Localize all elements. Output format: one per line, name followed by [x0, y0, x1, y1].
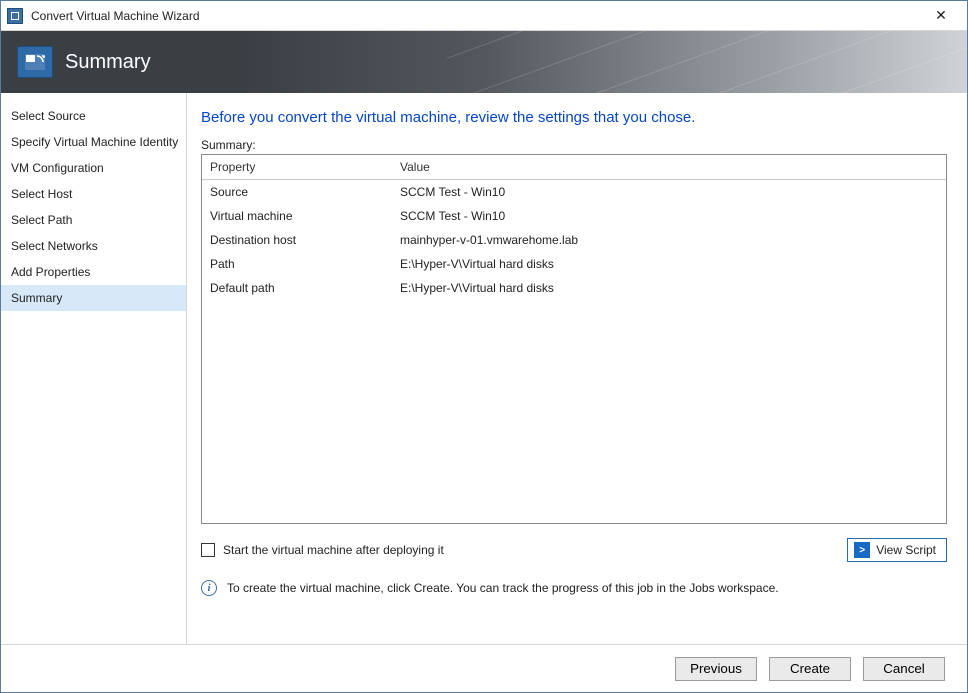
cell-property: Source — [202, 180, 392, 204]
window-title: Convert Virtual Machine Wizard — [31, 9, 921, 23]
sidebar-item-select-source[interactable]: Select Source — [1, 103, 186, 129]
summary-grid: Property Value SourceSCCM Test - Win10Vi… — [201, 154, 947, 524]
cell-value: SCCM Test - Win10 — [392, 180, 946, 204]
previous-button[interactable]: Previous — [675, 657, 757, 681]
cell-value: E:\Hyper-V\Virtual hard disks — [392, 252, 946, 276]
sidebar-item-summary[interactable]: Summary — [1, 285, 186, 311]
table-row[interactable]: Destination hostmainhyper-v-01.vmwarehom… — [202, 228, 946, 252]
banner: Summary — [1, 31, 967, 93]
view-script-button[interactable]: > View Script — [847, 538, 947, 562]
info-text: To create the virtual machine, click Cre… — [227, 581, 779, 595]
table-row[interactable]: PathE:\Hyper-V\Virtual hard disks — [202, 252, 946, 276]
start-vm-checkbox[interactable] — [201, 543, 215, 557]
cancel-button[interactable]: Cancel — [863, 657, 945, 681]
app-icon — [7, 8, 23, 24]
sidebar-item-add-properties[interactable]: Add Properties — [1, 259, 186, 285]
view-script-label: View Script — [876, 543, 936, 557]
sidebar-item-specify-virtual-machine-identity[interactable]: Specify Virtual Machine Identity — [1, 129, 186, 155]
start-vm-label: Start the virtual machine after deployin… — [223, 543, 444, 557]
page-heading: Before you convert the virtual machine, … — [201, 109, 947, 126]
cell-property: Default path — [202, 276, 392, 300]
sidebar-item-vm-configuration[interactable]: VM Configuration — [1, 155, 186, 181]
close-button[interactable]: ✕ — [921, 7, 961, 24]
summary-label: Summary: — [201, 138, 947, 152]
sidebar-item-select-path[interactable]: Select Path — [1, 207, 186, 233]
table-row[interactable]: Default pathE:\Hyper-V\Virtual hard disk… — [202, 276, 946, 300]
cell-value: SCCM Test - Win10 — [392, 204, 946, 228]
info-icon: i — [201, 580, 217, 596]
powershell-icon: > — [854, 542, 870, 558]
title-bar: Convert Virtual Machine Wizard ✕ — [1, 1, 967, 31]
wizard-footer: Previous Create Cancel — [1, 644, 967, 692]
page-title: Summary — [65, 51, 151, 74]
table-row[interactable]: Virtual machineSCCM Test - Win10 — [202, 204, 946, 228]
main-content: Before you convert the virtual machine, … — [187, 93, 967, 644]
grid-header-row: Property Value — [202, 155, 946, 180]
table-row[interactable]: SourceSCCM Test - Win10 — [202, 180, 946, 204]
cell-property: Destination host — [202, 228, 392, 252]
column-header-property[interactable]: Property — [202, 155, 392, 180]
cell-value: mainhyper-v-01.vmwarehome.lab — [392, 228, 946, 252]
wizard-page-icon — [17, 46, 53, 78]
sidebar-item-select-host[interactable]: Select Host — [1, 181, 186, 207]
cell-value: E:\Hyper-V\Virtual hard disks — [392, 276, 946, 300]
wizard-steps-sidebar: Select SourceSpecify Virtual Machine Ide… — [1, 93, 187, 644]
column-header-value[interactable]: Value — [392, 155, 946, 180]
cell-property: Path — [202, 252, 392, 276]
sidebar-item-select-networks[interactable]: Select Networks — [1, 233, 186, 259]
create-button[interactable]: Create — [769, 657, 851, 681]
cell-property: Virtual machine — [202, 204, 392, 228]
